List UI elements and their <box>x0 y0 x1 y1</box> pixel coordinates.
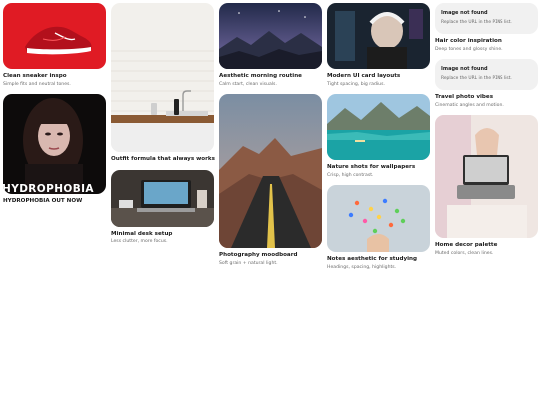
pin-card[interactable]: Nature shots for wallpapers Crisp, high … <box>327 94 430 178</box>
pin-image-portrait[interactable]: HYDROPHOBIA <box>3 94 106 195</box>
pin-image-candy[interactable] <box>327 185 430 253</box>
pin-card[interactable]: HYDROPHOBIA HYDROPHOBIA OUT NOW <box>3 94 106 205</box>
pin-subtitle: Soft grain + natural light. <box>219 260 278 266</box>
pin-subtitle: Muted colors, clean lines. <box>435 251 494 257</box>
pin-title: Nature shots for wallpapers <box>327 164 416 171</box>
pin-card[interactable]: Notes aesthetic for studying Headings, s… <box>327 185 430 270</box>
pin-card[interactable]: Modern UI card layouts Tight spacing, bi… <box>327 3 430 87</box>
pin-column: Outfit formula that always works Minimal… <box>111 3 215 252</box>
pin-title: Minimal desk setup <box>111 230 173 237</box>
pin-card[interactable]: Image not found Replace the URL in the P… <box>435 3 538 52</box>
pin-column: Clean sneaker inspo Simple fits and neut… <box>3 3 106 212</box>
error-message: Replace the URL in the PINS list. <box>441 19 512 25</box>
pin-subtitle: Less clutter, more focus. <box>111 239 168 245</box>
pin-title: Photography moodboard <box>219 252 298 259</box>
pin-column: Aesthetic morning routine Calm start, cl… <box>219 3 322 273</box>
pin-image-laptop[interactable] <box>435 115 538 239</box>
pin-card[interactable]: Photography moodboard Soft grain + natur… <box>219 94 322 266</box>
pin-card[interactable]: Clean sneaker inspo Simple fits and neut… <box>3 3 106 87</box>
pin-title: Clean sneaker inspo <box>3 73 67 79</box>
pin-title: Outfit formula that always works <box>111 156 215 162</box>
pin-card[interactable]: Aesthetic morning routine Calm start, cl… <box>219 3 322 87</box>
pin-column: Modern UI card layouts Tight spacing, bi… <box>327 3 430 278</box>
pin-subtitle: Simple fits and neutral tones. <box>3 81 71 87</box>
pin-subtitle: Deep tones and glossy shine. <box>435 46 503 52</box>
pin-image-sneaker[interactable] <box>3 3 106 69</box>
pin-card[interactable]: Minimal desk setup Less clutter, more fo… <box>111 169 214 245</box>
pin-image-lake[interactable] <box>327 94 430 161</box>
pin-image-mountains[interactable] <box>219 3 322 69</box>
pin-card[interactable]: Outfit formula that always works <box>111 3 215 163</box>
pin-card[interactable]: Home decor palette Muted colors, clean l… <box>435 115 538 256</box>
pin-title: Home decor palette <box>435 242 498 249</box>
error-title: Image not found <box>441 10 488 16</box>
pin-column: Image not found Replace the URL in the P… <box>435 3 538 264</box>
pin-image-headset[interactable] <box>327 3 430 69</box>
pin-title: Travel photo vibes <box>435 94 494 101</box>
pin-subtitle: Crisp, high contrast. <box>327 172 374 178</box>
pin-image-kitchen[interactable] <box>111 3 214 152</box>
pin-overlay-text: HYDROPHOBIA <box>3 183 94 195</box>
image-not-found-placeholder: Image not found Replace the URL in the P… <box>435 3 538 34</box>
pin-title: Notes aesthetic for studying <box>327 256 417 263</box>
error-code: PINS <box>492 75 503 81</box>
pin-subtitle: Tight spacing, big radius. <box>327 81 385 87</box>
error-message: Replace the URL in the PINS list. <box>441 75 512 82</box>
error-code: PINS <box>492 19 503 24</box>
pin-title: Aesthetic morning routine <box>219 73 302 79</box>
image-not-found-placeholder: Image not found Replace the URL in the P… <box>435 59 538 91</box>
pin-title: Modern UI card layouts <box>327 73 401 79</box>
pin-subtitle: Calm start, clean visuals. <box>219 81 277 87</box>
pin-image-road[interactable] <box>219 94 322 249</box>
error-title: Image not found <box>441 66 488 73</box>
pin-subtitle: Headings, spacing, highlights. <box>327 265 397 271</box>
pin-title: HYDROPHOBIA OUT NOW <box>3 198 83 205</box>
pin-card[interactable]: Image not found Replace the URL in the P… <box>435 59 538 108</box>
pin-subtitle: Cinematic angles and motion. <box>435 102 504 108</box>
pin-title: Hair color inspiration <box>435 38 502 44</box>
pin-image-desk[interactable] <box>111 169 214 227</box>
pin-grid: Clean sneaker inspo Simple fits and neut… <box>0 0 540 405</box>
